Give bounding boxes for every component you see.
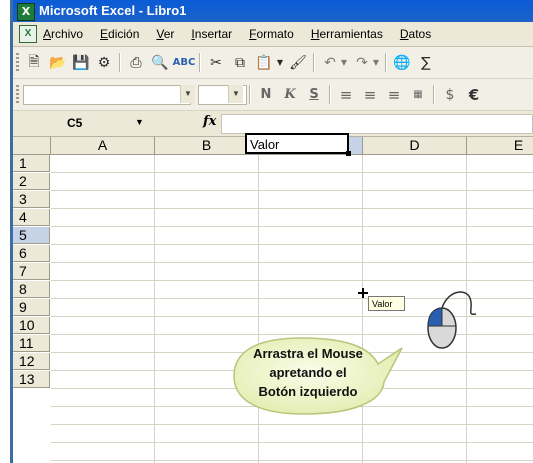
row-header[interactable]: 4 xyxy=(13,209,50,226)
menu-archivo[interactable]: Archivo xyxy=(43,27,83,41)
column-header-a[interactable]: A xyxy=(51,137,155,155)
menu-herramientas[interactable]: Herramientas xyxy=(311,27,383,41)
print-icon[interactable]: ⎙ xyxy=(125,52,147,73)
toolbar-grip[interactable] xyxy=(16,53,19,72)
callout-text: Arrastra el Mouse apretando el Botón izq… xyxy=(232,344,384,401)
format-painter-icon[interactable]: 🖌 xyxy=(287,52,309,73)
spelling-icon[interactable]: ABC xyxy=(173,52,196,73)
paste-dropdown-icon[interactable]: ▼ xyxy=(275,52,285,73)
title-bar: X Microsoft Excel - Libro1 xyxy=(13,0,533,22)
excel-window: X Microsoft Excel - Libro1 X Archivo Edi… xyxy=(0,0,533,463)
drag-tooltip: Valor xyxy=(368,296,405,311)
currency-button[interactable]: $ xyxy=(439,84,461,105)
excel-app-icon[interactable]: X xyxy=(17,3,35,21)
window-title: Microsoft Excel - Libro1 xyxy=(39,3,187,18)
chevron-down-icon: ▼ xyxy=(228,85,243,103)
row-header[interactable]: 5 xyxy=(13,227,50,244)
insert-function-icon[interactable]: fx xyxy=(203,114,216,129)
toolbar-separator xyxy=(385,53,387,72)
euro-button[interactable]: € xyxy=(463,84,485,105)
chevron-down-icon[interactable]: ▼ xyxy=(135,117,144,127)
font-size-dropdown[interactable]: ▼ xyxy=(228,85,243,103)
name-box-value: C5 xyxy=(67,116,83,130)
new-icon[interactable]: 🗎 xyxy=(23,52,45,73)
callout-line-1: Arrastra el Mouse xyxy=(253,346,363,361)
row-header[interactable]: 11 xyxy=(13,335,50,352)
toolbar-separator xyxy=(119,53,121,72)
toolbar-separator xyxy=(313,53,315,72)
callout-line-3: Botón izquierdo xyxy=(258,384,358,399)
font-name-select[interactable] xyxy=(23,85,191,105)
row-header[interactable]: 10 xyxy=(13,317,50,334)
active-cell-value: Valor xyxy=(250,137,280,152)
column-header-b[interactable]: B xyxy=(155,137,259,155)
toolbar-separator xyxy=(329,85,331,104)
permissions-icon[interactable]: ⚙ xyxy=(93,52,115,73)
menu-formato[interactable]: Formato xyxy=(249,27,294,41)
open-icon[interactable]: 📂 xyxy=(47,52,69,73)
row-header[interactable]: 1 xyxy=(13,155,50,172)
align-center-icon[interactable]: ≡ xyxy=(359,84,381,105)
row-header[interactable]: 7 xyxy=(13,263,50,280)
menu-ver[interactable]: Ver xyxy=(156,27,174,41)
paste-icon[interactable]: 📋 xyxy=(253,52,275,73)
undo-icon[interactable]: ↶ xyxy=(319,52,341,73)
undo-dropdown-icon[interactable]: ▼ xyxy=(339,52,349,73)
name-box[interactable]: C5 ▼ xyxy=(19,114,151,132)
column-header-e[interactable]: E xyxy=(467,137,533,155)
underline-button[interactable]: S xyxy=(303,84,325,105)
row-header[interactable]: 6 xyxy=(13,245,50,262)
merge-center-icon[interactable]: ▦ xyxy=(407,84,429,105)
callout-line-2: apretando el xyxy=(269,365,347,380)
hyperlink-icon[interactable]: 🌐 xyxy=(391,52,413,73)
italic-button[interactable]: K xyxy=(279,84,301,105)
redo-icon[interactable]: ↷ xyxy=(351,52,373,73)
fill-handle[interactable] xyxy=(346,151,351,156)
standard-toolbar: 🗎 📂 💾 ⚙ ⎙ 🔍 ABC ✂ ⧉ 📋 ▼ 🖌 ↶ ▼ ↷ ▼ 🌐 ∑ xyxy=(13,47,533,79)
align-right-icon[interactable]: ≡ xyxy=(383,84,405,105)
row-header[interactable]: 13 xyxy=(13,371,50,388)
toolbar-separator xyxy=(199,53,201,72)
formatting-toolbar: ▼ ▼ N K S ≡ ≡ ≡ ▦ $ € xyxy=(13,79,533,111)
formula-input[interactable] xyxy=(221,114,533,134)
bold-button[interactable]: N xyxy=(255,84,277,105)
row-header[interactable]: 9 xyxy=(13,299,50,316)
menu-edicion[interactable]: Edición xyxy=(100,27,139,41)
row-header[interactable]: 8 xyxy=(13,281,50,298)
align-left-icon[interactable]: ≡ xyxy=(335,84,357,105)
row-header[interactable]: 3 xyxy=(13,191,50,208)
cut-icon[interactable]: ✂ xyxy=(205,52,227,73)
row-header[interactable]: 12 xyxy=(13,353,50,370)
menu-insertar[interactable]: Insertar xyxy=(191,27,232,41)
menu-datos[interactable]: Datos xyxy=(400,27,431,41)
row-header[interactable]: 2 xyxy=(13,173,50,190)
menu-bar: X Archivo Edición Ver Insertar Formato H… xyxy=(13,22,533,47)
toolbar-separator xyxy=(249,85,251,104)
workbook-icon[interactable]: X xyxy=(19,25,37,43)
copy-icon[interactable]: ⧉ xyxy=(229,52,251,73)
mouse-icon xyxy=(427,291,477,349)
print-preview-icon[interactable]: 🔍 xyxy=(149,52,171,73)
insert-icon[interactable]: ∑ xyxy=(415,52,437,73)
save-icon[interactable]: 💾 xyxy=(70,52,92,73)
chevron-down-icon: ▼ xyxy=(180,85,195,103)
select-all-corner[interactable] xyxy=(13,137,51,155)
active-cell[interactable]: Valor xyxy=(245,133,351,156)
toolbar-grip[interactable] xyxy=(16,85,19,104)
redo-dropdown-icon[interactable]: ▼ xyxy=(371,52,381,73)
toolbar-separator xyxy=(433,85,435,104)
font-name-dropdown[interactable]: ▼ xyxy=(180,85,195,103)
crosshair-cursor-icon xyxy=(358,288,368,298)
column-header-d[interactable]: D xyxy=(363,137,467,155)
